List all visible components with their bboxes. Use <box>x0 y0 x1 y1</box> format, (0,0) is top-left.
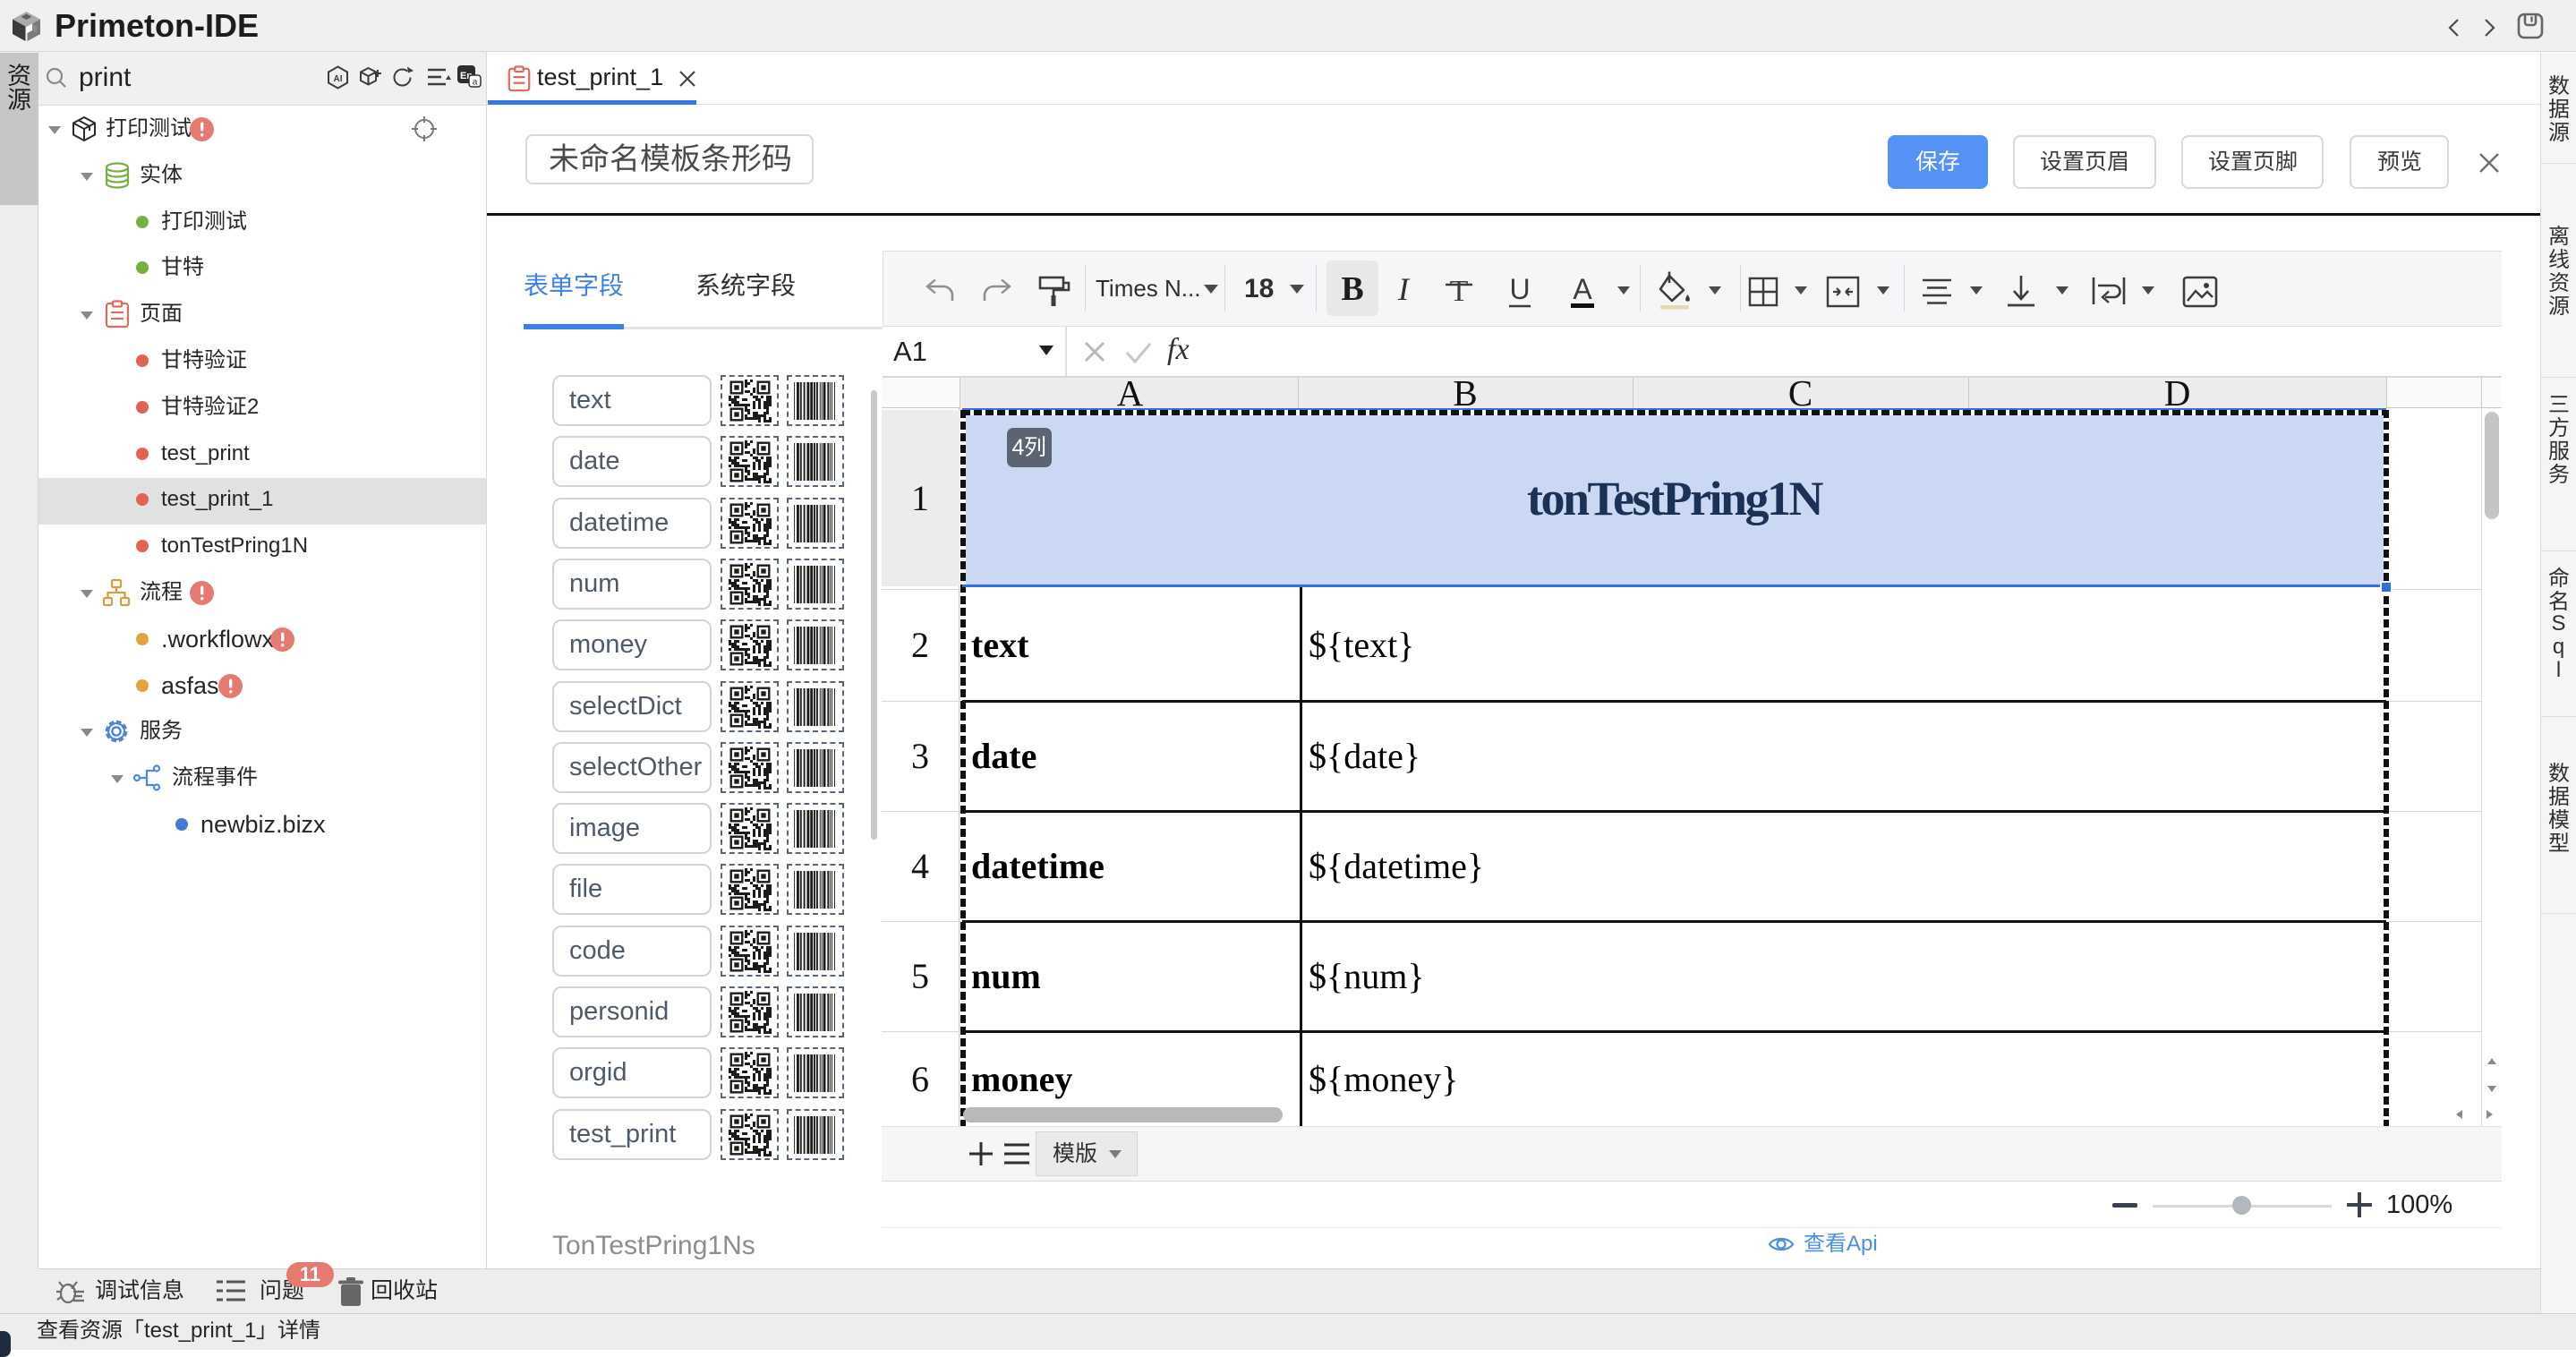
svg-text:AI: AI <box>334 74 343 84</box>
svg-text:T: T <box>1450 275 1469 308</box>
svg-text:a: a <box>473 78 478 88</box>
svg-text:U: U <box>1509 273 1530 305</box>
svg-text:A: A <box>1573 273 1592 305</box>
